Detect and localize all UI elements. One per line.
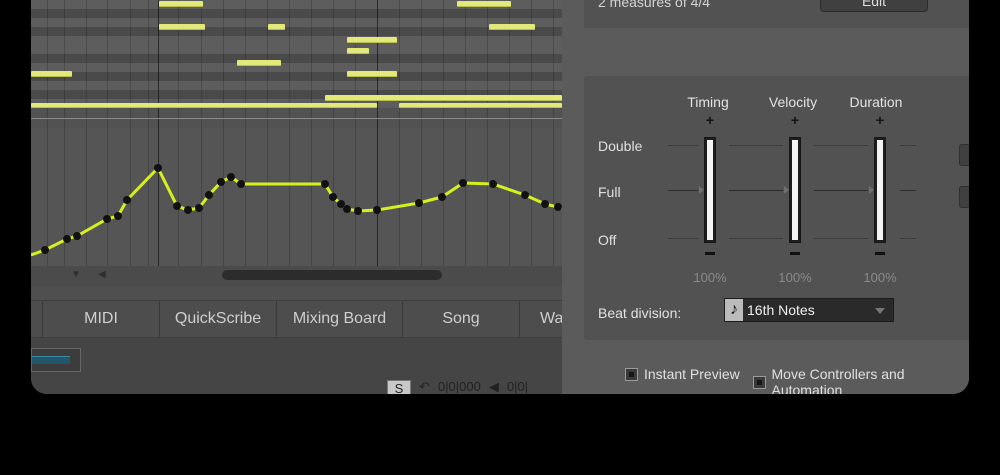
triangle-down-icon[interactable]: ▼ [71, 270, 81, 280]
midi-note[interactable] [489, 24, 535, 30]
midi-note[interactable] [268, 24, 285, 30]
instant-preview-checkbox[interactable] [625, 367, 638, 381]
instant-preview-label: Instant Preview [644, 366, 740, 382]
midi-note[interactable] [159, 24, 205, 30]
bottom-strip: S ↶ 0|0|000 ◀ 0|0| [31, 338, 562, 394]
timing-plus-icon[interactable]: + [704, 113, 716, 127]
piano-roll-editor: ▼ ◀ MIDI QuickScribe Mixing Board Song W… [31, 0, 562, 394]
column-timing: Timing [687, 94, 729, 110]
solo-button[interactable]: S [387, 380, 411, 394]
midi-note[interactable] [159, 1, 203, 7]
level-meter [31, 348, 81, 372]
automation-curve[interactable] [31, 128, 562, 266]
panel-header: 2 measures of 4/4 Edit [584, 0, 969, 28]
midi-note[interactable] [31, 103, 377, 108]
groove-settings: Timing Velocity Duration Double Full Off… [584, 76, 969, 340]
duration-minus-icon[interactable] [875, 252, 885, 255]
tab-bar: MIDI QuickScribe Mixing Board Song Wa [31, 300, 562, 338]
tab-tracks[interactable] [31, 301, 43, 337]
midi-note[interactable] [237, 60, 281, 66]
position-readout: 0|0|000 [437, 379, 481, 394]
reset-button[interactable]: R [959, 186, 969, 208]
move-controllers-checkbox[interactable] [753, 375, 766, 389]
midi-note[interactable] [31, 71, 72, 77]
rewind-icon[interactable]: ◀ [481, 380, 499, 394]
duration-slider[interactable] [874, 137, 886, 243]
background [0, 394, 1000, 475]
velocity-plus-icon[interactable]: + [789, 113, 801, 127]
piano-roll[interactable] [31, 0, 562, 128]
tab-mixing-board[interactable]: Mixing Board [277, 301, 403, 337]
timing-slider[interactable] [704, 137, 716, 243]
instant-preview-option[interactable]: Instant Preview [625, 366, 740, 382]
groove-quantize-panel: 2 measures of 4/4 Edit Timing Velocity D… [562, 0, 969, 394]
timing-minus-icon[interactable] [705, 252, 715, 255]
beat-division-select[interactable]: ♪ 16th Notes [724, 298, 894, 322]
sixteenth-note-icon: ♪ [725, 299, 743, 321]
horizontal-scrollbar[interactable]: ▼ ◀ [31, 266, 562, 286]
row-label-full: Full [598, 184, 621, 200]
column-duration: Duration [849, 94, 903, 110]
midi-note[interactable] [399, 103, 562, 108]
velocity-minus-icon[interactable] [790, 252, 800, 255]
row-label-double: Double [598, 138, 643, 154]
velocity-percent: 100% [778, 270, 812, 285]
velocity-slider[interactable] [789, 137, 801, 243]
window: ▼ ◀ MIDI QuickScribe Mixing Board Song W… [31, 0, 969, 394]
controller-lane[interactable] [31, 128, 562, 266]
tab-waveform[interactable]: Wa [520, 301, 562, 337]
timing-percent: 100% [693, 270, 727, 285]
chevron-down-icon [875, 308, 885, 314]
row-label-off: Off [598, 232, 617, 248]
triangle-left-icon[interactable]: ◀ [98, 270, 106, 280]
save-button[interactable]: S [959, 144, 969, 166]
move-controllers-option[interactable]: Move Controllers and Automation [753, 366, 969, 394]
tab-midi[interactable]: MIDI [43, 301, 160, 337]
beat-division-label: Beat division: [598, 305, 682, 321]
midi-note[interactable] [457, 1, 511, 7]
move-controllers-label: Move Controllers and Automation [771, 366, 905, 394]
duration-plus-icon[interactable]: + [874, 113, 886, 127]
edit-button[interactable]: Edit [820, 0, 928, 12]
undo-icon[interactable]: ↶ [411, 380, 430, 394]
tab-song[interactable]: Song [403, 301, 520, 337]
midi-note[interactable] [347, 71, 397, 77]
column-velocity: Velocity [768, 94, 818, 110]
beat-division-value: 16th Notes [747, 302, 815, 318]
transport-bar: S ↶ 0|0|000 ◀ 0|0| [387, 380, 562, 394]
duration-percent: 100% [863, 270, 897, 285]
scroll-thumb[interactable] [222, 270, 442, 280]
midi-note[interactable] [347, 48, 369, 54]
tab-quickscribe[interactable]: QuickScribe [160, 301, 277, 337]
midi-note[interactable] [347, 37, 397, 43]
midi-note[interactable] [325, 95, 562, 101]
position-readout-2: 0|0| [506, 379, 529, 394]
measures-info: 2 measures of 4/4 [598, 0, 711, 10]
